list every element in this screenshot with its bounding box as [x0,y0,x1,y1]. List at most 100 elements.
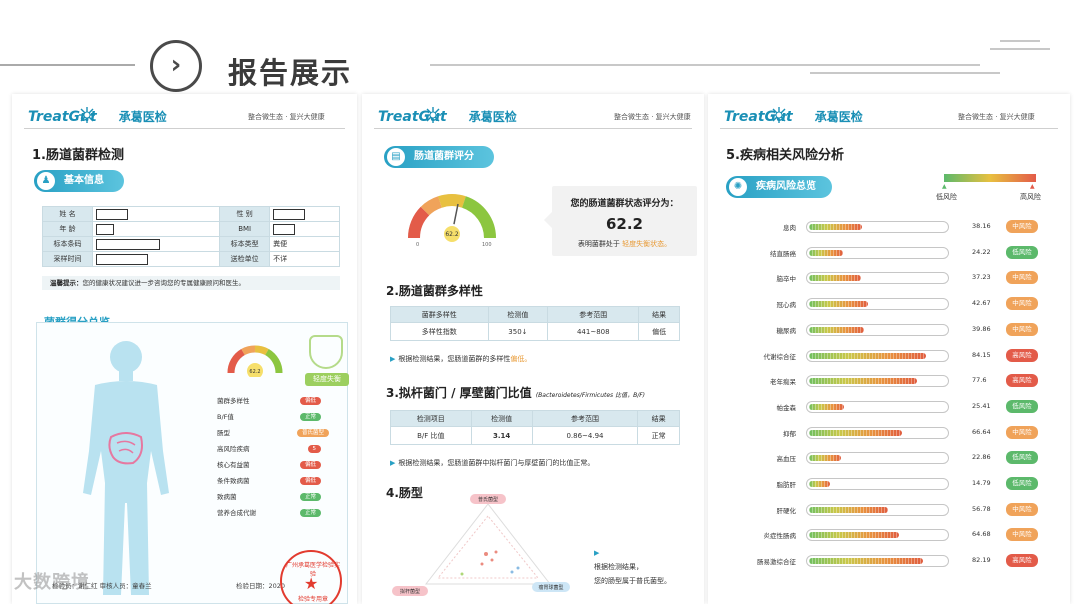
score-value: 62.2 [605,215,643,233]
next-circle-button[interactable]: › [150,40,202,92]
risk-level-badge: 低风险 [1006,245,1038,259]
slide: › 报告展示 TreatGut 承葛医检 整合微生态 · 复兴大健康 1.肠道菌群… [0,0,1080,604]
risk-bar-fill [809,326,865,333]
risk-name: 高血压 [776,455,797,464]
bf-ratio-note: ▶ 根据检测结果，您肠道菌群中拟杆菌门与厚壁菌门的比值正常。 [390,459,595,467]
brand-logo: TreatGut 承葛医检 [28,109,167,125]
star-icon: ★ [304,574,319,593]
status-badge: 普氏菌型 [296,429,329,437]
risk-name: 帕金森 [776,403,797,412]
redacted-box [96,253,148,265]
status-badge: 5 [307,445,321,453]
risk-value: 38.16 [972,222,991,230]
risk-bar-track [806,246,949,259]
risk-name: 息肉 [783,224,796,232]
type-label-top: 普氏菌型 [478,496,498,503]
legend-low-label: 低风险 [936,193,957,201]
official-stamp: 广州承葛医学检验实验 ★ 检验专用章 [280,550,342,604]
risk-bar-track [806,503,949,516]
redacted-box [96,238,160,250]
risk-bar-track [806,375,949,388]
risk-bar-fill [809,301,869,308]
risk-bar-fill [809,506,888,513]
risk-level-badge: 中风险 [1006,425,1038,439]
clipboard-icon: ▤ [387,148,405,166]
legend-high-label: 高风险 [1020,193,1041,201]
risk-level-badge: 低风险 [1006,477,1038,490]
risk-name: 抑郁 [783,429,796,438]
risk-row: 炎症性肠病 64.68 中风险 [708,526,1070,546]
risk-value: 64.68 [972,530,991,539]
logo-burst-icon [425,107,441,123]
status-badge: 正常 [299,493,321,501]
header-rule-deco-2 [1000,40,1040,42]
basic-info-table: 姓 名性 别 年 龄 BMI 标本条码 标本类型 粪便 采样时间 送检单位 不详 [42,206,340,267]
slide-title: 报告展示 [228,56,353,90]
risk-name: 肠易激综合征 [757,558,796,567]
risk-value: 42.67 [972,299,991,308]
risk-name: 结直肠癌 [770,249,796,258]
risk-bar-fill [809,403,845,410]
risk-row: 帕金森 25.41 低风险 [708,398,1070,418]
redacted-box [96,223,114,235]
type-label-right: 瘤胃球菌型 [538,584,563,591]
info-tip: 温馨提示：您的健康状况建议进一步咨询您的专属健康顾问和医生。 [42,276,340,290]
section-heading-3: 3.拟杆菌门 / 厚壁菌门比值 (Bacteroidetes/Firmicute… [386,386,646,400]
status-badge: 正常 [299,509,321,517]
risk-row: 结直肠癌 24.22 低风险 [708,244,1070,264]
status-badge: 偏低 [299,461,321,469]
brand-slogan: 整合微生态 · 复兴大健康 [614,113,691,121]
list-item: 菌群多样性 偏低 [217,393,337,409]
flora-score-pill: ▤ 肠道菌群评分 [384,146,494,168]
legend-high-marker: ▲ [1030,183,1035,190]
risk-bar-track [806,323,949,336]
gauge-value: 62.2 [445,231,459,238]
risk-name: 冠心病 [776,301,797,310]
risk-value: 25.41 [972,401,991,410]
list-item: 高风险疾病 5 [217,441,337,457]
risk-bar-fill [809,249,843,256]
type-label-left: 拟杆菌型 [400,588,420,595]
table-row: 采样时间 送检单位 不详 [42,251,340,267]
risk-bar-fill [809,352,926,359]
status-badge: 偏低 [299,477,321,485]
risk-level-badge: 中风险 [1006,322,1038,336]
risk-row: 糖尿病 39.86 中风险 [708,321,1070,341]
risk-level-badge: 中风险 [1006,271,1038,285]
list-item: 肠型 普氏菌型 [217,425,337,441]
redacted-box [273,208,306,220]
risk-bar-track [806,400,949,413]
svg-text:0: 0 [416,242,419,248]
logo-burst-icon [771,107,787,123]
human-body-figure [83,341,169,595]
risk-bar-fill [809,455,841,462]
risk-name: 糖尿病 [776,326,797,335]
redacted-box [96,208,128,220]
footer-date: 检验日期：2020 [236,582,286,590]
risk-bar-track [806,529,949,542]
risk-row: 老年痴呆 77.6 高风险 [708,372,1070,392]
risk-level-badge: 高风险 [1006,554,1038,568]
risk-level-badge: 中风险 [1006,528,1038,542]
list-item: 核心有益菌 偏低 [217,457,337,473]
risk-row: 高血压 22.86 低风险 [708,449,1070,469]
risk-row: 冠心病 42.67 中风险 [708,295,1070,315]
enterotype-note: ▶ 根据检测结果， 您的肠型属于普氏菌型。 [594,549,671,585]
status-badge: 偏低 [299,397,321,405]
risk-bar-track [806,555,949,568]
score-callout: 您的肠道菌群状态评分为： 62.2 表明菌群处于 轻度失衡状态。 [544,186,697,256]
diversity-table: 菌群多样性 检测值 参考范围 结果 多样性指数 350↓ 441~808 偏低 [390,306,680,341]
risk-overview-pill: ✺ 疾病风险总览 [726,176,832,198]
risk-bar-fill [809,378,917,385]
risk-value: 56.78 [972,504,991,513]
logo-burst-icon [79,107,95,123]
header-rule-left [0,64,135,66]
risk-bar-fill [809,429,902,436]
risk-name: 代谢综合征 [763,352,797,361]
risk-name: 老年痴呆 [770,378,796,387]
bf-ratio-table: 检测项目 检测值 参考范围 结果 B/F 比值 3.14 0.86~4.94 正常 [390,410,680,445]
risk-level-badge: 高风险 [1006,374,1038,388]
status-badge: 正常 [299,413,321,421]
risk-name: 肝硬化 [776,506,797,515]
mini-score-gauge: 62.2 [227,345,283,377]
